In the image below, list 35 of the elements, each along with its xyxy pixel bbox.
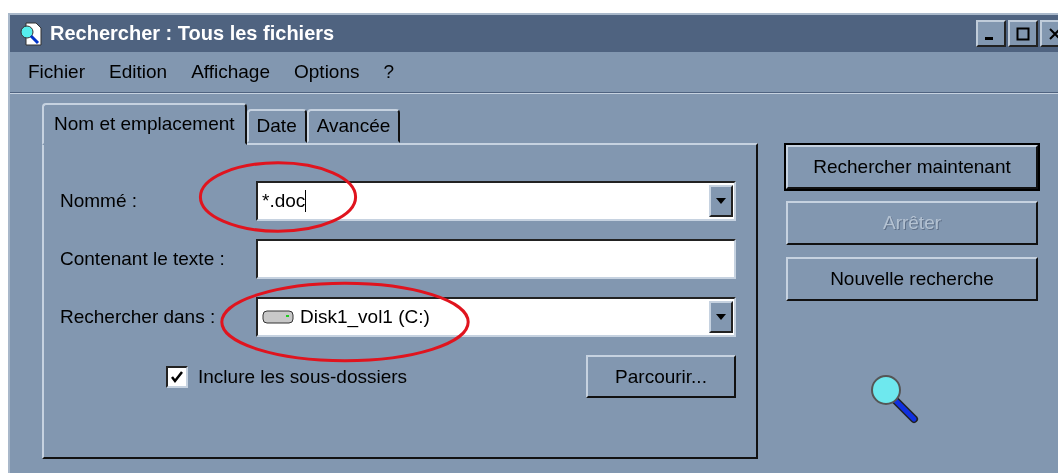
search-icon [18, 20, 44, 47]
field-value: *.doc [262, 190, 306, 212]
window-title: Rechercher : Tous les fichiers [50, 22, 336, 45]
field-label: Contenant le texte : [60, 248, 226, 270]
text-field[interactable] [256, 239, 736, 279]
tab[interactable]: Nom et emplacement [42, 103, 247, 145]
caret-icon [716, 198, 726, 204]
close-icon [1048, 26, 1058, 41]
browse-button[interactable]: Parcourir... [586, 355, 736, 398]
menu-item[interactable]: ? [383, 61, 395, 83]
dropdown-button[interactable] [709, 185, 733, 217]
combo-box[interactable]: Disk1_vol1 (C:) [256, 297, 736, 337]
minimize-icon [985, 37, 993, 40]
menu-item[interactable]: Fichier [28, 61, 85, 83]
menu-item[interactable]: Affichage [191, 61, 270, 83]
dropdown-button[interactable] [709, 301, 733, 333]
caret-icon [716, 314, 726, 320]
action-button[interactable]: Rechercher maintenant [786, 145, 1038, 189]
tab[interactable]: Avancée [306, 109, 401, 143]
combo-box[interactable]: *.doc [256, 181, 736, 221]
action-button[interactable]: Nouvelle recherche [786, 257, 1038, 301]
menu-item[interactable]: Edition [109, 61, 168, 83]
menu-item[interactable]: Options [294, 61, 360, 83]
maximize-icon [1016, 26, 1030, 41]
field-value: Disk1_vol1 (C:) [300, 306, 430, 328]
tab[interactable]: Date [246, 109, 307, 143]
field-label: Nommé : [60, 190, 139, 212]
drive-icon [262, 308, 294, 326]
checkbox-label: Inclure les sous-dossiers [198, 365, 408, 388]
field-label: Rechercher dans : [60, 306, 217, 328]
checkmark-icon [170, 369, 184, 384]
minimize-button[interactable] [976, 20, 1006, 47]
checkbox[interactable] [166, 365, 188, 388]
maximize-button[interactable] [1008, 20, 1038, 47]
magnifier-icon [870, 373, 920, 425]
